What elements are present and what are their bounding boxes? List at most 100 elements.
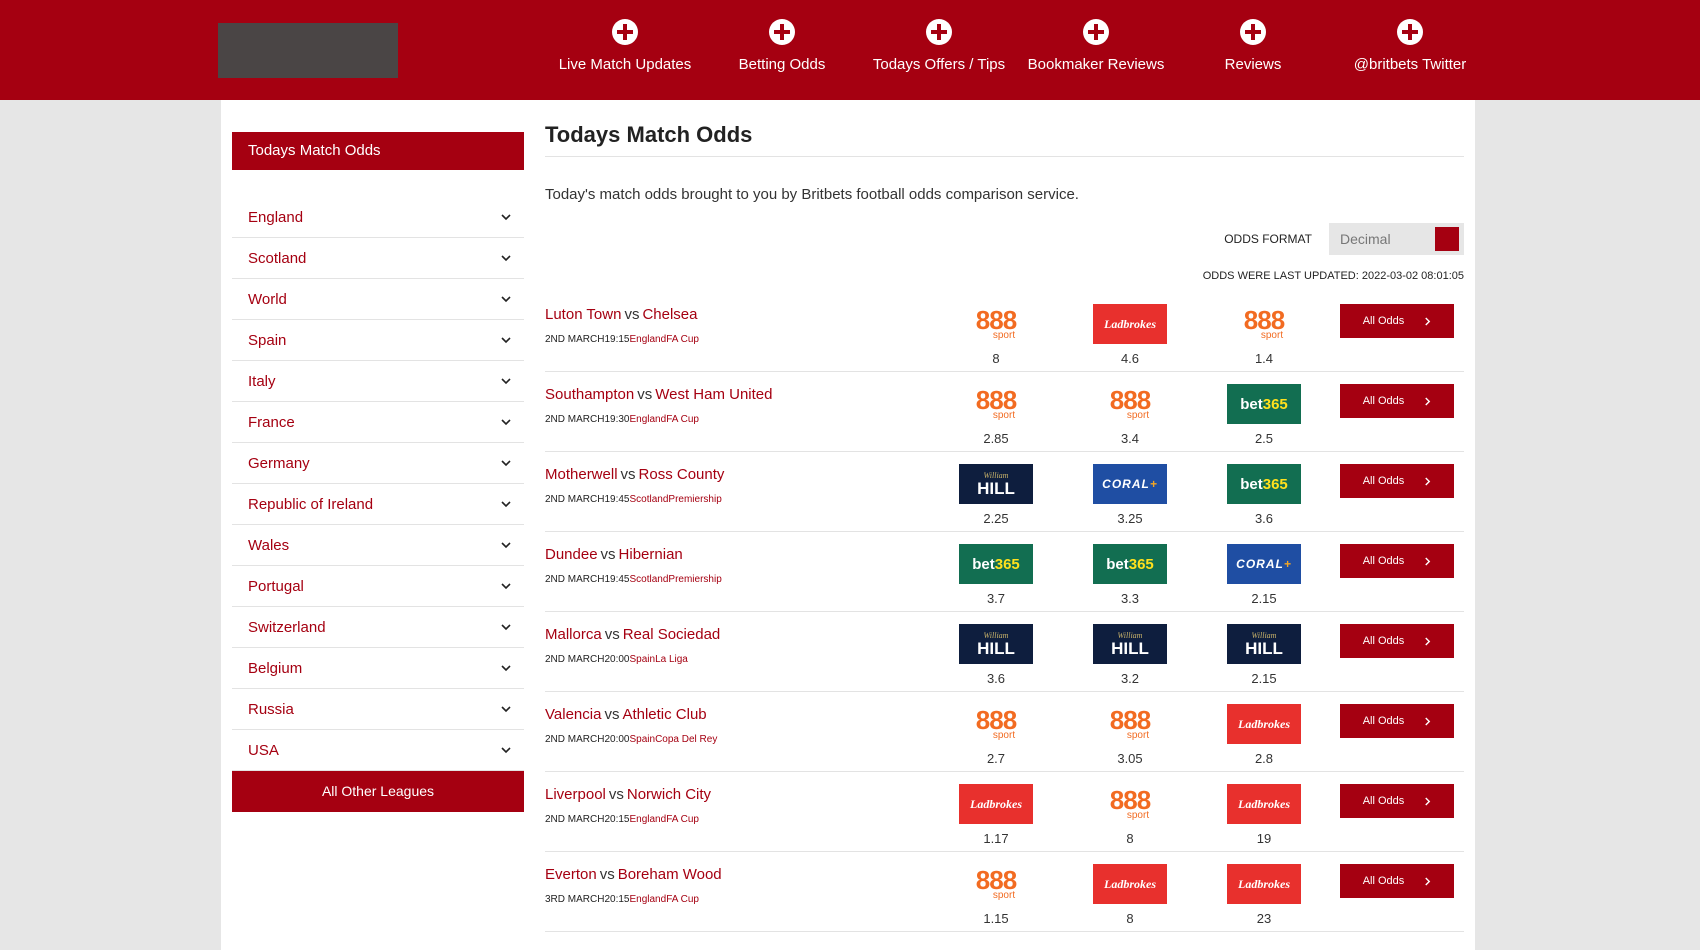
- nav-item-2[interactable]: Todays Offers / Tips: [859, 18, 1019, 73]
- all-odds-button[interactable]: All Odds: [1340, 704, 1454, 738]
- away-team-link[interactable]: Chelsea: [642, 306, 697, 323]
- sidebar-item-9[interactable]: Portugal: [232, 566, 524, 607]
- odds-cell[interactable]: William HILL 2.15: [1227, 624, 1301, 686]
- sidebar-item-12[interactable]: Russia: [232, 689, 524, 730]
- odds-cell[interactable]: Ladbrokes 2.8: [1227, 704, 1301, 766]
- all-odds-button[interactable]: All Odds: [1340, 784, 1454, 818]
- sidebar-item-5[interactable]: France: [232, 402, 524, 443]
- chevron-down-icon[interactable]: [500, 457, 512, 469]
- match-country-link[interactable]: England: [629, 814, 666, 825]
- dropdown-toggle-icon[interactable]: [1435, 227, 1459, 251]
- nav-item-5[interactable]: @britbets Twitter: [1330, 18, 1490, 73]
- odds-cell[interactable]: Ladbrokes 1.17: [959, 784, 1033, 846]
- nav-item-0[interactable]: Live Match Updates: [545, 18, 705, 73]
- match-country-link[interactable]: England: [629, 894, 666, 905]
- away-team-link[interactable]: Hibernian: [619, 546, 683, 563]
- odds-cell[interactable]: 888 sport 3.4: [1093, 384, 1167, 446]
- chevron-down-icon[interactable]: [500, 293, 512, 305]
- match-competition-link[interactable]: Premiership: [668, 494, 721, 505]
- chevron-down-icon[interactable]: [500, 539, 512, 551]
- odds-cell[interactable]: William HILL 3.6: [959, 624, 1033, 686]
- match-country-link[interactable]: Spain: [629, 654, 655, 665]
- odds-cell[interactable]: bet 365 2.5: [1227, 384, 1301, 446]
- odds-cell[interactable]: bet 365 3.6: [1227, 464, 1301, 526]
- nav-item-4[interactable]: Reviews: [1173, 18, 1333, 73]
- match-country-link[interactable]: Scotland: [629, 494, 668, 505]
- odds-cell[interactable]: 888 sport 3.05: [1093, 704, 1167, 766]
- odds-cell[interactable]: 888 sport 8: [959, 304, 1033, 366]
- all-odds-button[interactable]: All Odds: [1340, 464, 1454, 498]
- all-odds-button[interactable]: All Odds: [1340, 384, 1454, 418]
- away-team-link[interactable]: Ross County: [639, 466, 725, 483]
- odds-cell[interactable]: 888 sport 1.15: [959, 864, 1033, 926]
- all-odds-button[interactable]: All Odds: [1340, 624, 1454, 658]
- odds-cell[interactable]: 888 sport 8: [1093, 784, 1167, 846]
- chevron-down-icon[interactable]: [500, 662, 512, 674]
- sidebar-item-10[interactable]: Switzerland: [232, 607, 524, 648]
- odds-cell[interactable]: 888 sport 2.7: [959, 704, 1033, 766]
- sidebar-item-13[interactable]: USA: [232, 730, 524, 771]
- match-competition-link[interactable]: FA Cup: [666, 334, 699, 345]
- away-team-link[interactable]: Real Sociedad: [623, 626, 721, 643]
- sidebar-item-3[interactable]: Spain: [232, 320, 524, 361]
- home-team-link[interactable]: Motherwell: [545, 466, 618, 483]
- sidebar-item-1[interactable]: Scotland: [232, 238, 524, 279]
- sidebar-item-8[interactable]: Wales: [232, 525, 524, 566]
- odds-cell[interactable]: Ladbrokes 23: [1227, 864, 1301, 926]
- odds-cell[interactable]: CORAL +3.25: [1093, 464, 1167, 526]
- odds-cell[interactable]: 888 sport 2.85: [959, 384, 1033, 446]
- away-team-link[interactable]: Boreham Wood: [618, 866, 722, 883]
- odds-cell[interactable]: William HILL 2.25: [959, 464, 1033, 526]
- match-competition-link[interactable]: Copa Del Rey: [655, 734, 717, 745]
- home-team-link[interactable]: Liverpool: [545, 786, 606, 803]
- chevron-down-icon[interactable]: [500, 498, 512, 510]
- away-team-link[interactable]: West Ham United: [655, 386, 772, 403]
- chevron-down-icon[interactable]: [500, 252, 512, 264]
- home-team-link[interactable]: Southampton: [545, 386, 634, 403]
- all-odds-button[interactable]: All Odds: [1340, 544, 1454, 578]
- all-other-leagues-button[interactable]: All Other Leagues: [232, 771, 524, 812]
- match-competition-link[interactable]: La Liga: [655, 654, 688, 665]
- match-competition-link[interactable]: FA Cup: [666, 814, 699, 825]
- chevron-down-icon[interactable]: [500, 744, 512, 756]
- odds-cell[interactable]: Ladbrokes 19: [1227, 784, 1301, 846]
- match-competition-link[interactable]: FA Cup: [666, 414, 699, 425]
- match-country-link[interactable]: Spain: [629, 734, 655, 745]
- odds-format-select[interactable]: Decimal: [1329, 223, 1464, 255]
- all-odds-button[interactable]: All Odds: [1340, 304, 1454, 338]
- chevron-down-icon[interactable]: [500, 416, 512, 428]
- match-country-link[interactable]: England: [629, 414, 666, 425]
- match-competition-link[interactable]: FA Cup: [666, 894, 699, 905]
- chevron-down-icon[interactable]: [500, 621, 512, 633]
- sidebar-item-11[interactable]: Belgium: [232, 648, 524, 689]
- odds-cell[interactable]: William HILL 3.2: [1093, 624, 1167, 686]
- nav-item-3[interactable]: Bookmaker Reviews: [1016, 18, 1176, 73]
- home-team-link[interactable]: Mallorca: [545, 626, 602, 643]
- match-country-link[interactable]: Scotland: [629, 574, 668, 585]
- away-team-link[interactable]: Norwich City: [627, 786, 711, 803]
- sidebar-item-7[interactable]: Republic of Ireland: [232, 484, 524, 525]
- odds-cell[interactable]: 888 sport 1.4: [1227, 304, 1301, 366]
- odds-cell[interactable]: bet 365 3.7: [959, 544, 1033, 606]
- odds-cell[interactable]: Ladbrokes 8: [1093, 864, 1167, 926]
- home-team-link[interactable]: Everton: [545, 866, 597, 883]
- sidebar-item-6[interactable]: Germany: [232, 443, 524, 484]
- sidebar-item-0[interactable]: England: [232, 197, 524, 238]
- home-team-link[interactable]: Dundee: [545, 546, 598, 563]
- chevron-down-icon[interactable]: [500, 580, 512, 592]
- sidebar-item-2[interactable]: World: [232, 279, 524, 320]
- chevron-down-icon[interactable]: [500, 334, 512, 346]
- sidebar-item-4[interactable]: Italy: [232, 361, 524, 402]
- home-team-link[interactable]: Valencia: [545, 706, 601, 723]
- match-country-link[interactable]: England: [629, 334, 666, 345]
- match-competition-link[interactable]: Premiership: [668, 574, 721, 585]
- chevron-down-icon[interactable]: [500, 375, 512, 387]
- chevron-down-icon[interactable]: [500, 211, 512, 223]
- odds-cell[interactable]: CORAL +2.15: [1227, 544, 1301, 606]
- away-team-link[interactable]: Athletic Club: [622, 706, 706, 723]
- odds-cell[interactable]: bet 365 3.3: [1093, 544, 1167, 606]
- all-odds-button[interactable]: All Odds: [1340, 864, 1454, 898]
- home-team-link[interactable]: Luton Town: [545, 306, 621, 323]
- nav-item-1[interactable]: Betting Odds: [702, 18, 862, 73]
- chevron-down-icon[interactable]: [500, 703, 512, 715]
